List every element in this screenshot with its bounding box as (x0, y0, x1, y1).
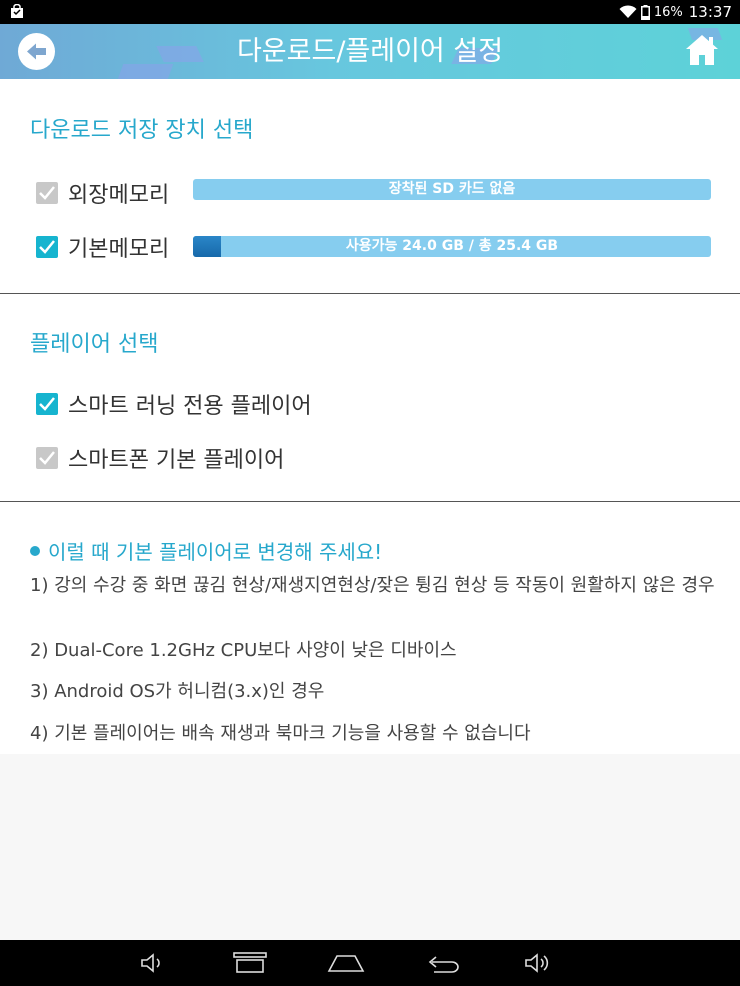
volume-down-icon[interactable] (140, 952, 164, 974)
empty-area (0, 754, 740, 940)
internal-memory-checkbox[interactable] (36, 236, 58, 258)
player-section-title: 플레이어 선택 (30, 332, 159, 357)
notice-item: 4) 기본 플레이어는 배속 재생과 북마크 기능을 사용할 수 없습니다 (30, 723, 531, 744)
checkmark-icon (39, 451, 55, 465)
wifi-icon (619, 5, 637, 18)
page-title: 다운로드/플레이어 설정 (236, 36, 504, 67)
smart-learning-player-checkbox[interactable] (36, 393, 58, 415)
navigation-bar (0, 940, 740, 986)
internal-memory-label: 기본메모리 (68, 237, 170, 262)
notice-heading-text: 이럴 때 기본 플레이어로 변경해 주세요! (48, 540, 383, 564)
smart-learning-player-label: 스마트 러닝 전용 플레이어 (68, 394, 312, 419)
external-memory-option[interactable]: 외장메모리 (36, 179, 170, 208)
clock: 13:37 (688, 3, 732, 21)
notice-item: 3) Android OS가 허니컴(3.x)인 경우 (30, 681, 325, 702)
checkmark-icon (39, 397, 55, 411)
smart-learning-player-option[interactable]: 스마트 러닝 전용 플레이어 (36, 390, 312, 419)
volume-up-icon[interactable] (524, 952, 552, 974)
checkmark-icon (39, 186, 55, 200)
default-player-checkbox[interactable] (36, 447, 58, 469)
default-player-label: 스마트폰 기본 플레이어 (68, 448, 285, 473)
internal-memory-status: 사용가능 24.0 GB / 총 25.4 GB (345, 238, 559, 254)
battery-percent: 16% (653, 4, 683, 20)
home-icon[interactable] (684, 32, 720, 68)
storage-section-title: 다운로드 저장 장치 선택 (30, 118, 254, 143)
external-memory-checkbox[interactable] (36, 182, 58, 204)
recent-apps-icon[interactable] (233, 952, 267, 974)
external-memory-status: 장착된 SD 카드 없음 (388, 181, 516, 197)
battery-icon (640, 4, 650, 20)
default-player-option[interactable]: 스마트폰 기본 플레이어 (36, 444, 285, 473)
back-button[interactable] (18, 33, 55, 70)
back-arrow-icon (27, 43, 46, 60)
app-bar: 다운로드/플레이어 설정 (0, 24, 740, 79)
notice-item: 2) Dual-Core 1.2GHz CPU보다 사양이 낮은 디바이스 (30, 640, 457, 661)
external-memory-label: 외장메모리 (68, 183, 170, 208)
back-nav-icon[interactable] (424, 952, 460, 974)
checkmark-icon (39, 240, 55, 254)
status-bar: 16% 13:37 (0, 0, 740, 24)
home-nav-icon[interactable] (327, 952, 365, 974)
notice-heading: 이럴 때 기본 플레이어로 변경해 주세요! (30, 536, 382, 565)
internal-memory-bar: 사용가능 24.0 GB / 총 25.4 GB (193, 236, 711, 257)
notice-item: 1) 강의 수강 중 화면 끊김 현상/재생지연현상/잦은 튕김 현상 등 작동… (30, 575, 715, 596)
internal-memory-option[interactable]: 기본메모리 (36, 233, 170, 262)
section-divider (0, 293, 740, 294)
shopping-bag-icon (11, 4, 23, 18)
external-memory-bar: 장착된 SD 카드 없음 (193, 179, 711, 200)
bullet-icon (30, 545, 40, 556)
section-divider (0, 501, 740, 502)
